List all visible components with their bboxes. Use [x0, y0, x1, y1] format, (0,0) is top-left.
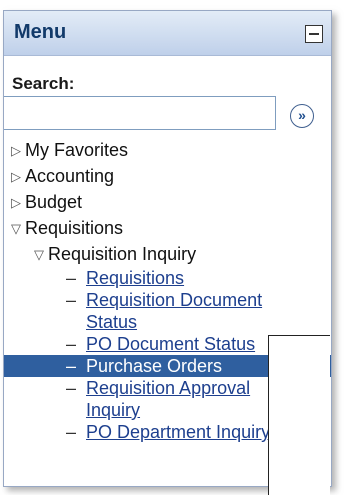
tree-dash: – [66, 378, 77, 398]
tree-item-label: Requisition Inquiry [48, 244, 197, 264]
triangle-right-icon: ▷ [11, 169, 21, 184]
link-requisition-document-status[interactable]: – Requisition Document Status [4, 289, 331, 333]
triangle-down-icon: ▽ [11, 221, 21, 236]
link-label[interactable]: Requisitions [86, 268, 184, 288]
tree-item-my-favorites[interactable]: ▷ My Favorites [4, 137, 331, 163]
link-label[interactable]: Status [86, 312, 137, 332]
tree-item-label: Budget [25, 192, 83, 212]
tree-item-label: Accounting [25, 166, 115, 186]
collapse-icon[interactable] [305, 25, 323, 43]
search-input[interactable] [4, 96, 276, 130]
tree-item-requisition-inquiry[interactable]: ▽ Requisition Inquiry [4, 241, 331, 267]
link-label[interactable]: Inquiry [86, 400, 140, 420]
link-label[interactable]: Purchase Orders [86, 356, 222, 376]
link-label[interactable]: PO Document Status [86, 334, 255, 354]
menu-header: Menu [4, 11, 331, 56]
tree-dash: – [66, 290, 77, 310]
tree-item-requisitions[interactable]: ▽ Requisitions [4, 215, 331, 241]
tree-item-label: Requisitions [25, 218, 124, 238]
double-chevron-right-icon[interactable]: » [290, 104, 314, 128]
tree-dash: – [66, 268, 77, 288]
tree-item-label: My Favorites [25, 140, 129, 160]
search-label: Search: [12, 74, 75, 93]
tree-dash: – [66, 422, 77, 442]
triangle-right-icon: ▷ [11, 143, 21, 158]
overlay-box [268, 335, 330, 495]
menu-title: Menu [14, 21, 67, 43]
triangle-right-icon: ▷ [11, 195, 21, 210]
tree-dash: – [66, 356, 77, 376]
link-label[interactable]: Requisition Document [86, 290, 262, 310]
link-requisitions[interactable]: – Requisitions [4, 267, 331, 289]
link-label[interactable]: PO Department Inquiry [86, 422, 270, 442]
triangle-down-icon: ▽ [34, 247, 44, 262]
tree-dash: – [66, 334, 77, 354]
tree-item-budget[interactable]: ▷ Budget [4, 189, 331, 215]
link-label[interactable]: Requisition Approval [86, 378, 250, 398]
tree-item-accounting[interactable]: ▷ Accounting [4, 163, 331, 189]
